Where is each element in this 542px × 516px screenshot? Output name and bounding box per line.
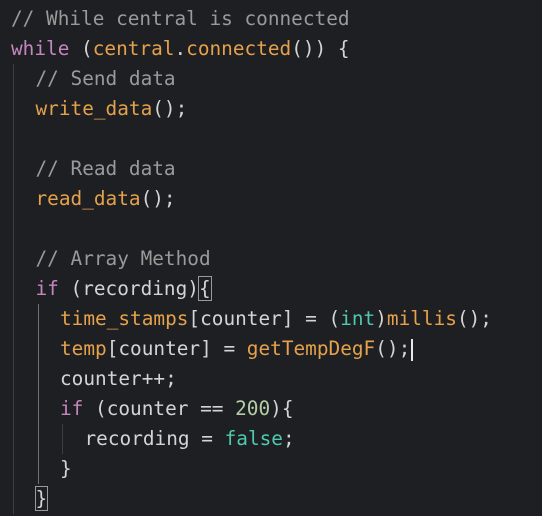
code-token: [counter] = bbox=[106, 337, 247, 360]
code-line[interactable]: if (recording){ bbox=[35, 274, 212, 304]
code-token: (counter == bbox=[83, 397, 236, 420]
code-line[interactable]: while (central.connected()) { bbox=[11, 34, 350, 64]
code-token: temp bbox=[60, 337, 107, 360]
code-token: [counter] = ( bbox=[188, 307, 341, 330]
code-token: ; bbox=[282, 427, 295, 450]
code-token: ()) { bbox=[291, 37, 350, 60]
code-token: (); bbox=[152, 97, 188, 120]
code-token: central bbox=[92, 37, 175, 60]
indent-guide bbox=[37, 304, 39, 484]
code-line[interactable]: // Read data bbox=[36, 154, 176, 184]
code-token: . bbox=[174, 37, 187, 60]
code-token: getTempDegF bbox=[246, 337, 376, 360]
code-line[interactable]: // While central is connected bbox=[11, 4, 350, 34]
code-token: while bbox=[11, 37, 70, 60]
code-token: 200 bbox=[235, 397, 271, 420]
code-token: ( bbox=[69, 37, 93, 60]
code-token: if bbox=[35, 277, 59, 300]
indent-guide bbox=[13, 64, 14, 514]
text-caret bbox=[411, 338, 414, 361]
code-token: } bbox=[60, 457, 72, 480]
code-line[interactable]: recording = false; bbox=[85, 424, 295, 454]
code-line[interactable]: } bbox=[60, 454, 72, 484]
code-token: int bbox=[340, 307, 376, 330]
code-line[interactable]: write_data(); bbox=[36, 94, 188, 124]
code-token: ) bbox=[375, 307, 387, 330]
code-token: write_data bbox=[35, 97, 153, 120]
code-token: (); bbox=[140, 187, 176, 210]
code-line[interactable]: counter++; bbox=[60, 364, 177, 394]
code-token: (recording) bbox=[58, 277, 199, 300]
code-token: // Array Method bbox=[35, 247, 211, 270]
code-token: (); bbox=[375, 337, 411, 360]
code-line[interactable]: read_data(); bbox=[36, 184, 176, 214]
code-token: millis bbox=[386, 307, 457, 330]
code-token: time_stamps bbox=[60, 307, 189, 330]
code-line[interactable]: // Array Method bbox=[36, 244, 211, 274]
matched-bracket: { bbox=[197, 276, 212, 301]
code-line[interactable]: temp[counter] = getTempDegF(); bbox=[60, 334, 414, 364]
code-editor[interactable]: // While central is connected while (cent… bbox=[0, 0, 542, 516]
indent-guide bbox=[62, 424, 63, 454]
code-line[interactable]: } bbox=[34, 484, 49, 514]
code-line[interactable]: // Send data bbox=[36, 64, 176, 94]
code-token: // Read data bbox=[35, 157, 176, 180]
code-token: // Send data bbox=[35, 67, 176, 90]
matched-bracket: } bbox=[34, 486, 49, 511]
code-token: // While central is connected bbox=[11, 7, 350, 30]
code-token: recording = bbox=[84, 427, 225, 450]
code-token: counter++; bbox=[60, 367, 177, 390]
code-token: (); bbox=[456, 307, 492, 330]
code-token: false bbox=[224, 427, 283, 450]
code-token: ){ bbox=[270, 397, 294, 420]
code-line[interactable]: if (counter == 200){ bbox=[60, 394, 294, 424]
code-token: connected bbox=[186, 37, 292, 60]
code-token: if bbox=[60, 397, 84, 420]
code-line[interactable]: time_stamps[counter] = (int)millis(); bbox=[60, 304, 492, 334]
code-token: read_data bbox=[35, 187, 141, 210]
